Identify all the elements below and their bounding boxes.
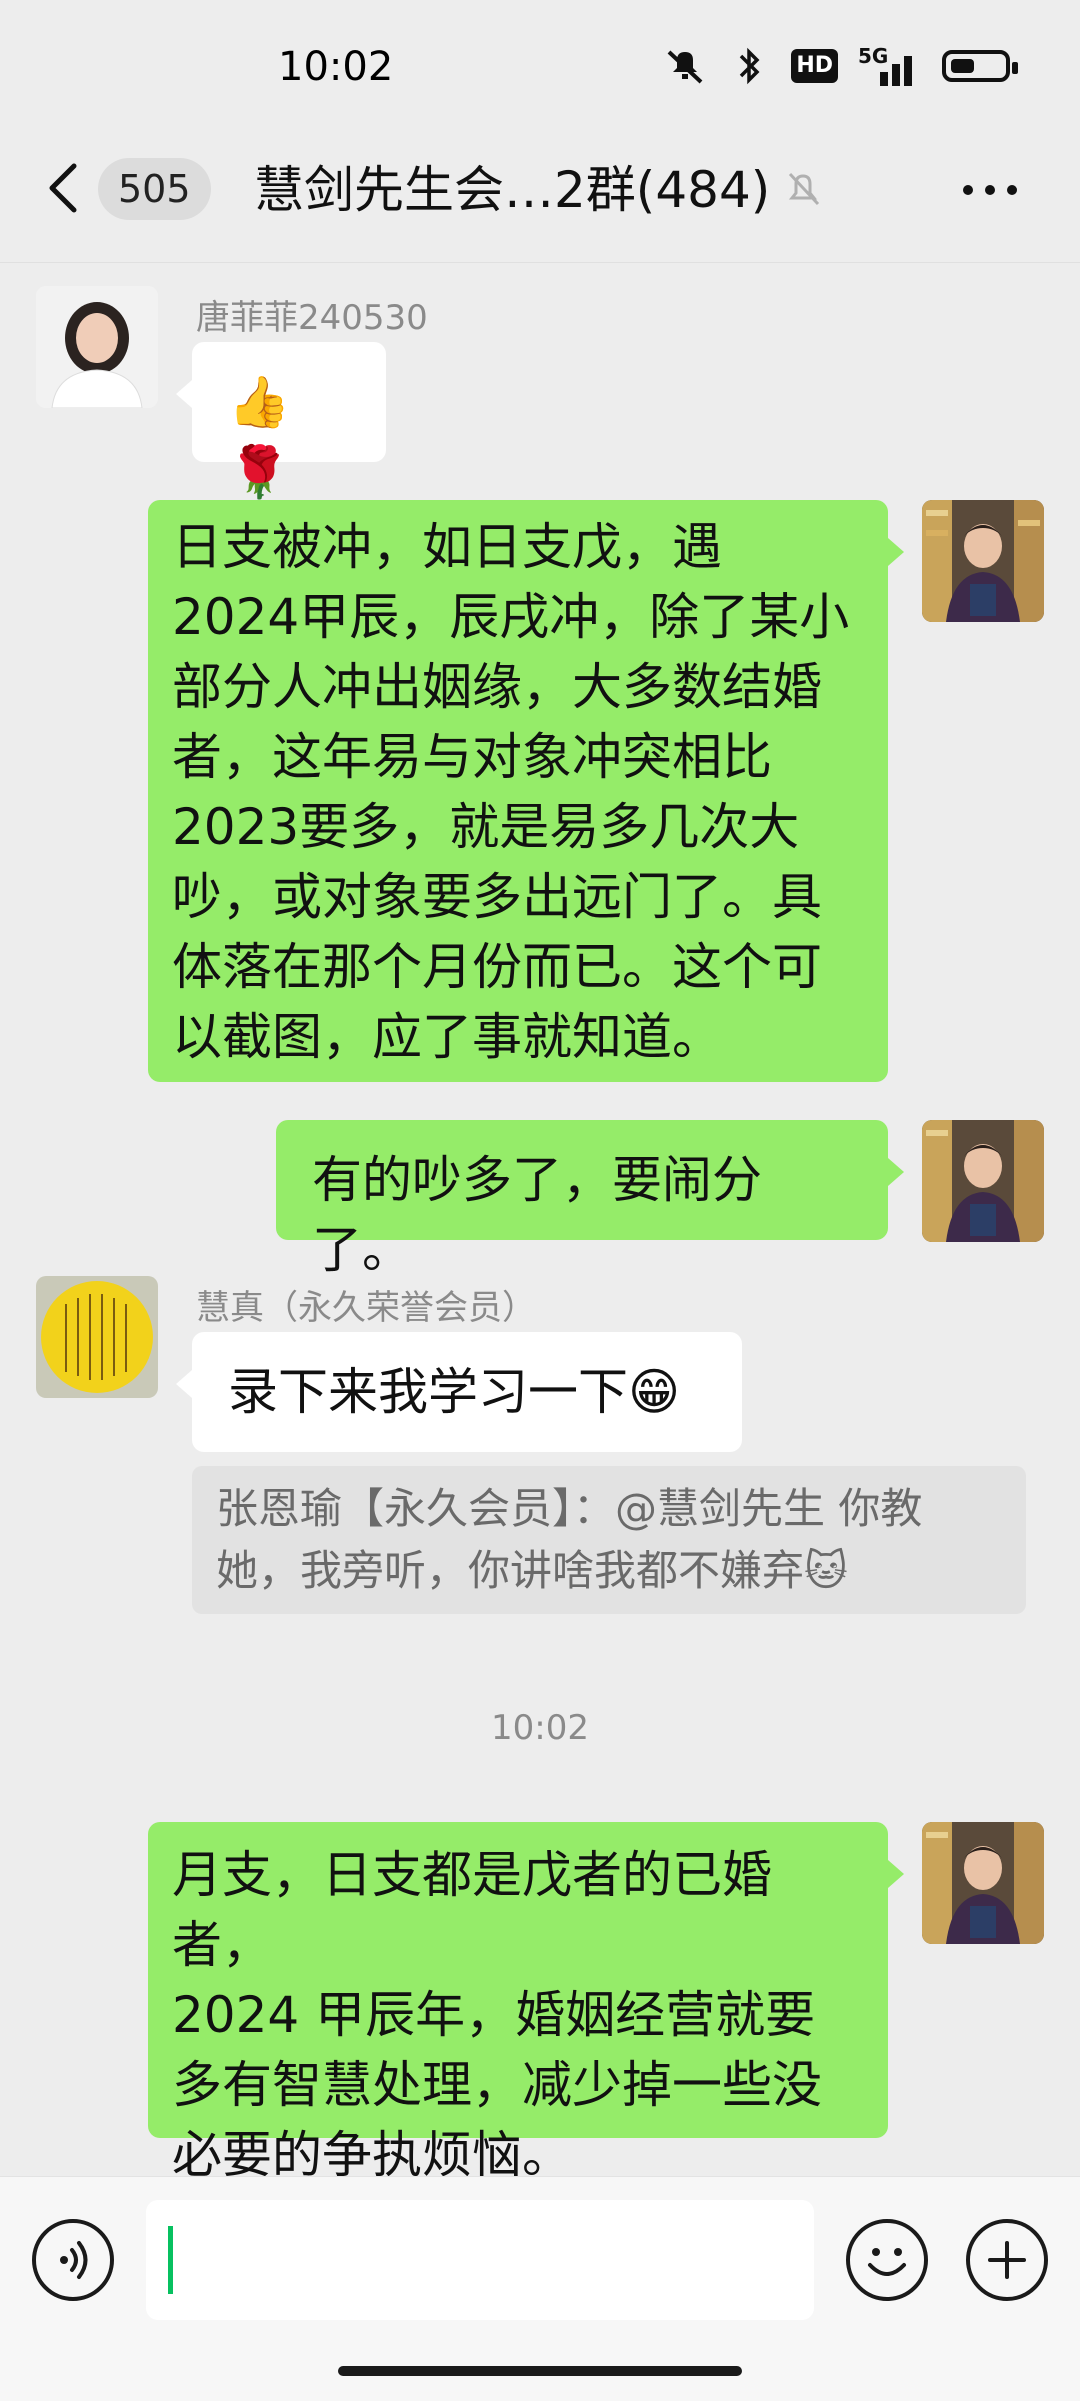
avatar-self[interactable] [922,1120,1044,1242]
avatar-huizhen[interactable] [36,1276,158,1398]
message-line: 体落在那个月份而已。这个可 [172,938,822,996]
text-cursor [168,2226,173,2294]
message-text: 有的吵多了，要闹分了。 [312,1151,762,1279]
message-bubble[interactable]: 有的吵多了，要闹分了。 [276,1120,888,1279]
chat-timestamp: 10:02 [491,1708,589,1748]
status-time: 10:02 [278,44,394,90]
message-line: 月支，日支都是戊者的已婚者， [172,1846,772,1974]
5g-signal-icon: 5G [858,44,922,88]
avatar-tang[interactable] [36,286,158,408]
message-text: 👍🌹 [228,373,291,501]
header-divider [0,262,1080,263]
bubble-tail [888,1860,904,1888]
message-line: 2024甲辰，辰戌冲，除了某小 [172,588,850,646]
message-line: 2024 甲辰年，婚姻经营就要 [172,1986,816,2044]
message-bubble[interactable]: 日支被冲，如日支戊，遇 2024甲辰，辰戌冲，除了某小 部分人冲出姻缘，大多数结… [148,500,888,1082]
home-indicator[interactable] [338,2366,742,2376]
message-bubble[interactable]: 录下来我学习一下😁 [192,1332,742,1452]
quote-line: 张恩瑜【永久会员】：@慧剑先生 你教 [216,1484,923,1533]
voice-icon [60,2241,88,2279]
network-label: 5G [858,44,889,68]
sender-name: 慧真（永久荣誉会员） [196,1288,536,1328]
voice-button[interactable] [32,2219,114,2301]
quoted-message[interactable]: 张恩瑜【永久会员】：@慧剑先生 你教 她，我旁听，你讲啥我都不嫌弃🐱 [192,1466,1026,1614]
bubble-tail [888,538,904,566]
bubble-tail [176,1370,192,1398]
bubble-tail [888,1158,904,1186]
emoji-button[interactable] [846,2219,928,2301]
battery-icon [942,50,1018,82]
chat-title[interactable]: 慧剑先生会…2群(484) [254,150,770,222]
message-line: 吵，或对象要多出远门了。具 [172,868,822,926]
quote-line: 她，我旁听，你讲啥我都不嫌弃🐱 [216,1546,848,1595]
bell-off-icon [788,172,820,206]
bubble-tail [176,380,192,408]
hd-icon: HD [791,49,838,83]
message-bubble[interactable]: 月支，日支都是戊者的已婚者， 2024 甲辰年，婚姻经营就要 多有智慧处理，减少… [148,1822,888,2184]
message-line: 日支被冲，如日支戊，遇 [172,518,722,576]
bluetooth-icon [740,47,760,85]
avatar-self[interactable] [922,500,1044,622]
plus-button[interactable] [966,2219,1048,2301]
plus-icon [988,2241,1026,2279]
mute-icon [667,50,703,84]
message-line: 部分人冲出姻缘，大多数结婚 [172,658,822,716]
message-input[interactable] [146,2200,814,2320]
emoji-icon [868,2248,906,2276]
message-line: 以截图，应了事就知道。 [172,1008,722,1066]
message-text: 录下来我学习一下😁 [228,1363,681,1421]
message-line: 者，这年易与对象冲突相比 [172,728,772,786]
chevron-left-icon[interactable] [44,160,84,216]
unread-count-badge[interactable]: 505 [98,158,211,220]
sender-name: 唐菲菲240530 [196,298,428,338]
status-icons: HD 5G [663,44,1018,88]
message-line: 多有智慧处理，减少掉一些没 [172,2056,822,2114]
more-dots-icon[interactable] [960,170,1020,210]
message-bubble[interactable]: 👍🌹 [192,342,386,501]
message-line: 2023要多，就是易多几次大 [172,798,800,856]
avatar-self[interactable] [922,1822,1044,1944]
